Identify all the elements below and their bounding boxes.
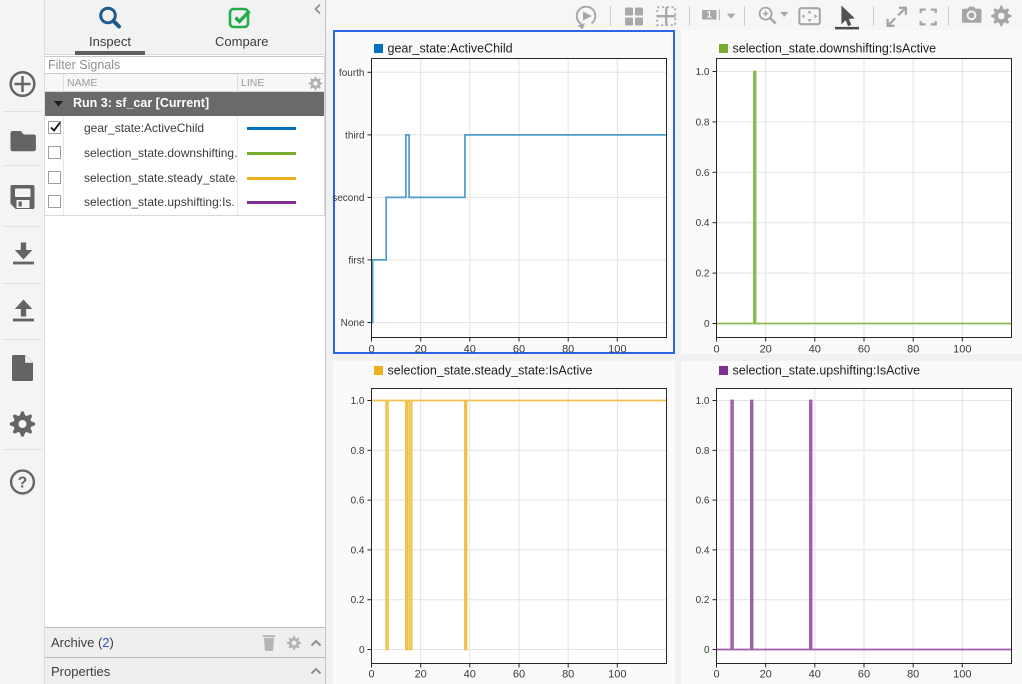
svg-text:20: 20 — [415, 344, 427, 356]
svg-text:100: 100 — [953, 344, 971, 356]
svg-text:40: 40 — [809, 669, 821, 681]
svg-text:0.8: 0.8 — [696, 446, 710, 457]
svg-text:60: 60 — [858, 669, 870, 681]
svg-text:0: 0 — [713, 344, 719, 356]
svg-text:0: 0 — [713, 669, 719, 681]
svg-text:80: 80 — [562, 344, 574, 356]
svg-text:fourth: fourth — [339, 68, 365, 79]
svg-text:selection_state.upshifting:IsA: selection_state.upshifting:IsActive — [733, 364, 921, 378]
svg-text:0.8: 0.8 — [351, 446, 365, 457]
svg-text:100: 100 — [608, 344, 626, 356]
svg-text:0.2: 0.2 — [696, 595, 710, 606]
svg-text:80: 80 — [562, 669, 574, 681]
svg-text:1.0: 1.0 — [696, 396, 710, 407]
svg-text:selection_state.steady_state:I: selection_state.steady_state:IsActive — [388, 364, 593, 378]
svg-text:0: 0 — [368, 344, 374, 356]
svg-text:0.6: 0.6 — [696, 496, 710, 507]
svg-text:80: 80 — [907, 344, 919, 356]
svg-text:0.6: 0.6 — [696, 168, 710, 179]
svg-text:80: 80 — [907, 669, 919, 681]
svg-text:60: 60 — [513, 344, 525, 356]
svg-text:gear_state:ActiveChild: gear_state:ActiveChild — [388, 42, 513, 56]
svg-text:20: 20 — [415, 669, 427, 681]
svg-text:1.0: 1.0 — [696, 67, 710, 78]
svg-text:40: 40 — [809, 344, 821, 356]
svg-text:20: 20 — [760, 669, 772, 681]
svg-text:1.0: 1.0 — [351, 396, 365, 407]
svg-text:100: 100 — [953, 669, 971, 681]
svg-text:0: 0 — [704, 319, 710, 330]
svg-text:0.6: 0.6 — [351, 496, 365, 507]
svg-text:1: 1 — [707, 10, 712, 20]
svg-text:second: second — [332, 193, 364, 204]
svg-text:100: 100 — [608, 669, 626, 681]
svg-text:None: None — [341, 318, 365, 329]
svg-text:0.2: 0.2 — [696, 269, 710, 280]
svg-text:0: 0 — [704, 645, 710, 656]
svg-text:0.4: 0.4 — [696, 218, 710, 229]
svg-text:0.4: 0.4 — [696, 545, 710, 556]
svg-text:0.4: 0.4 — [351, 545, 365, 556]
svg-text:third: third — [345, 130, 364, 141]
svg-text:0: 0 — [359, 645, 365, 656]
svg-text:40: 40 — [464, 344, 476, 356]
svg-text:first: first — [348, 255, 364, 266]
svg-text:20: 20 — [760, 344, 772, 356]
svg-text:selection_state.downshifting:I: selection_state.downshifting:IsActive — [733, 42, 937, 56]
svg-text:0.2: 0.2 — [351, 595, 365, 606]
svg-text:60: 60 — [513, 669, 525, 681]
svg-text:40: 40 — [464, 669, 476, 681]
svg-text:0.8: 0.8 — [696, 117, 710, 128]
svg-text:0: 0 — [368, 669, 374, 681]
svg-text:60: 60 — [858, 344, 870, 356]
svg-text:?: ? — [18, 474, 27, 491]
